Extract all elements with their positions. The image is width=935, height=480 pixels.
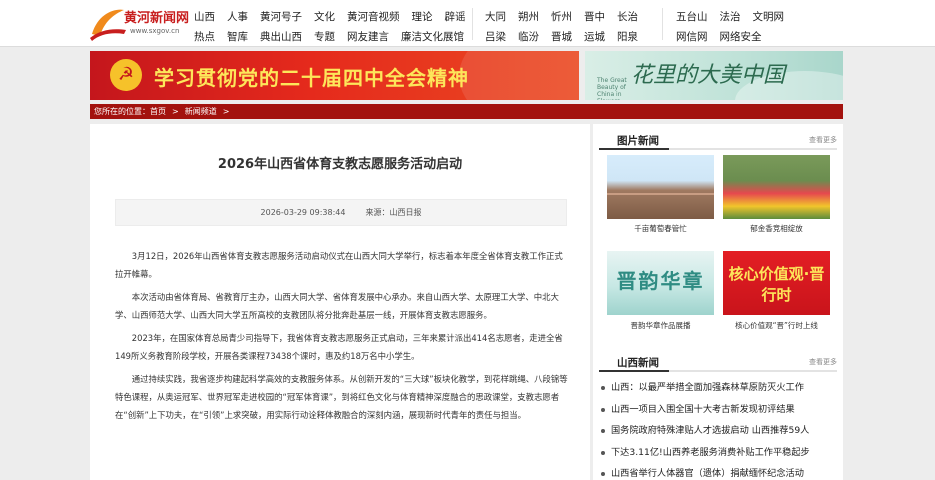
nav-city-link[interactable]: 阳泉 — [617, 29, 638, 44]
bullet-icon — [601, 472, 605, 476]
nav-link[interactable]: 网络安全 — [720, 29, 762, 44]
article-title: 2026年山西省体育支教志愿服务活动启动 — [217, 157, 463, 172]
breadcrumb: 您所在的位置： 首页 > 新闻频道 > — [90, 104, 843, 119]
nav-city-link[interactable]: 长治 — [617, 9, 638, 24]
banner-plenary-session[interactable]: ☭ 学习贯彻党的二十届四中全会精神 — [90, 51, 579, 100]
article-body: 3月12日，2026年山西省体育支教志愿服务活动启动仪式在山西大同大学举行，标志… — [115, 247, 570, 429]
nav-city-link[interactable]: 临汾 — [518, 29, 539, 44]
photo-news-title: 图片新闻 — [617, 135, 659, 147]
shanxi-news-header: 山西新闻 查看更多 — [599, 350, 837, 372]
bullet-icon — [601, 429, 605, 433]
photo-jinyun-huazhang[interactable]: 晋韵华章 — [607, 251, 714, 315]
section-underline — [599, 370, 669, 372]
breadcrumb-arrow-icon: > — [222, 107, 230, 116]
nav-link[interactable]: 法治 — [720, 9, 741, 24]
nav-divider — [472, 8, 473, 40]
photo-overlay-text: 核心价值观·晋行时 — [728, 265, 825, 304]
logo-url: www.sxgov.cn — [130, 27, 180, 35]
nav-city-link[interactable]: 晋中 — [584, 9, 605, 24]
nav-link[interactable]: 专题 — [314, 29, 335, 44]
photo-tulips[interactable] — [723, 155, 830, 219]
sidebar: 图片新闻 查看更多 千亩葡萄春管忙 郁金香竞相绽放 晋韵华章 晋韵华章作品展播 … — [593, 124, 843, 480]
news-item-text: 国务院政府特殊津贴人才选拔启动 山西推荐59人 — [611, 425, 810, 436]
nav-city-link[interactable]: 运城 — [584, 29, 605, 44]
nav-city-link[interactable]: 朔州 — [518, 9, 539, 24]
nav-city-link[interactable]: 忻州 — [551, 9, 572, 24]
photo-vineyard[interactable] — [607, 155, 714, 219]
news-item-text: 山西一项目入围全国十大考古新发现初评结果 — [611, 403, 795, 415]
nav-link[interactable]: 五台山 — [676, 9, 708, 24]
nav-city-link[interactable]: 晋城 — [551, 29, 572, 44]
section-underline — [599, 148, 669, 150]
photo-caption[interactable]: 晋韵华章作品展播 — [607, 320, 714, 331]
nav-divider — [662, 8, 663, 40]
news-item[interactable]: 下达3.11亿!山西养老服务消费补贴工作平稳起步 — [599, 442, 837, 464]
nav-link[interactable]: 热点 — [194, 29, 215, 44]
nav-link[interactable]: 山西 — [194, 9, 215, 24]
nav-link[interactable]: 典出山西 — [260, 29, 302, 44]
news-item-text: 山西：以最严举措全面加强森林草原防灭火工作 — [611, 382, 804, 393]
banner-glow — [459, 51, 579, 100]
nav-link[interactable]: 廉洁文化展馆 — [401, 29, 464, 44]
nav-link[interactable]: 文明网 — [753, 9, 785, 24]
breadcrumb-home-link[interactable]: 首页 — [150, 106, 166, 117]
shanxi-news-title: 山西新闻 — [617, 357, 659, 369]
nav-link[interactable]: 黄河号子 — [260, 9, 302, 24]
party-emblem-icon: ☭ — [110, 59, 142, 91]
photo-overlay-text: 晋韵华章 — [616, 269, 705, 293]
news-item[interactable]: 山西一项目入围全国十大考古新发现初评结果 — [599, 399, 837, 421]
breadcrumb-arrow-icon: > — [172, 107, 179, 116]
news-item[interactable]: 山西省举行人体器官（遗体）捐献缅怀纪念活动 — [599, 463, 837, 480]
photo-caption[interactable]: 核心价值观“晋”行时上线 — [723, 320, 830, 331]
site-header: 黄河新闻网 www.sxgov.cn 山西 人事 黄河号子 文化 黄河音视频 理… — [0, 0, 935, 47]
article-paragraph: 通过持续实践，我省逐步构建起科学高效的支教服务体系。从创新开发的“三大球”板块化… — [115, 374, 568, 420]
article-paragraph: 2023年，在国家体育总局青少司指导下，我省体育支教志愿服务正式启动，三年来累计… — [115, 333, 563, 361]
bullet-icon — [601, 450, 605, 455]
bullet-icon — [601, 386, 605, 390]
nav-link[interactable]: 网友建言 — [347, 29, 389, 44]
news-item[interactable]: 国务院政府特殊津贴人才选拔启动 山西推荐59人 — [599, 420, 837, 442]
nav-city-link[interactable]: 大同 — [485, 9, 506, 24]
logo-text: 黄河新闻网 — [124, 11, 190, 26]
nav-group-cities: 大同 朔州 忻州 晋中 长治 吕梁 临汾 晋城 运城 阳泉 — [485, 6, 650, 46]
news-item-text: 山西省举行人体器官（遗体）捐献缅怀纪念活动 — [611, 468, 804, 479]
news-item[interactable]: 山西：以最严举措全面加强森林草原防灭火工作 — [599, 377, 837, 399]
site-logo[interactable]: 黄河新闻网 www.sxgov.cn — [88, 4, 190, 42]
breadcrumb-channel-link[interactable]: 新闻频道 — [185, 106, 217, 117]
article-date: 2026-03-29 09:38:44 — [260, 208, 346, 217]
nav-link[interactable]: 人事 — [227, 9, 248, 24]
breadcrumb-prefix: 您所在的位置： — [94, 107, 150, 116]
photo-core-values[interactable]: 核心价值观·晋行时 — [723, 251, 830, 315]
nav-city-link[interactable]: 吕梁 — [485, 29, 506, 44]
nav-link[interactable]: 理论 — [412, 9, 433, 24]
shanxi-news-more-link[interactable]: 查看更多 — [809, 357, 837, 367]
vine-row-decoration — [607, 193, 714, 195]
photo-caption[interactable]: 郁金香竞相绽放 — [723, 223, 830, 234]
article-source: 来源：山西日报 — [365, 208, 422, 217]
article-panel: 2026年山西省体育支教志愿服务活动启动 2026-03-29 09:38:44… — [90, 124, 590, 480]
banner-green-title: 花里的大美中国 — [631, 63, 786, 88]
nav-link[interactable]: 文化 — [314, 9, 335, 24]
photo-caption[interactable]: 千亩葡萄春管忙 — [607, 223, 714, 234]
news-item-text: 下达3.11亿!山西养老服务消费补贴工作平稳起步 — [611, 446, 810, 458]
bullet-icon — [601, 407, 605, 412]
photo-news-more-link[interactable]: 查看更多 — [809, 135, 837, 145]
article-paragraph: 本次活动由省体育局、省教育厅主办，山西大同大学、省体育发展中心承办。来自山西大学… — [115, 292, 559, 320]
article-paragraph: 3月12日，2026年山西省体育支教志愿服务活动启动仪式在山西大同大学举行，标志… — [115, 251, 563, 279]
yellow-river-logo-icon — [90, 9, 126, 41]
nav-group-main: 山西 人事 黄河号子 文化 黄河音视频 理论 辟谣 热点 智库 典出山西 专题 … — [194, 6, 478, 46]
article-meta: 2026-03-29 09:38:44 来源：山西日报 — [115, 199, 567, 226]
nav-link[interactable]: 智库 — [227, 29, 248, 44]
nav-link[interactable]: 黄河音视频 — [347, 9, 400, 24]
banner-red-text: 学习贯彻党的二十届四中全会精神 — [154, 66, 469, 90]
banner-flowers-china[interactable]: The Great Beauty of China in Flowers 花里的… — [585, 51, 843, 100]
nav-link[interactable]: 辟谣 — [445, 9, 466, 24]
nav-group-extra: 五台山 法治 文明网 网信网 网络安全 — [676, 6, 796, 46]
shanxi-news-list: 山西：以最严举措全面加强森林草原防灭火工作 山西一项目入围全国十大考古新发现初评… — [599, 377, 837, 480]
photo-news-header: 图片新闻 查看更多 — [599, 128, 837, 150]
nav-link[interactable]: 网信网 — [676, 29, 708, 44]
